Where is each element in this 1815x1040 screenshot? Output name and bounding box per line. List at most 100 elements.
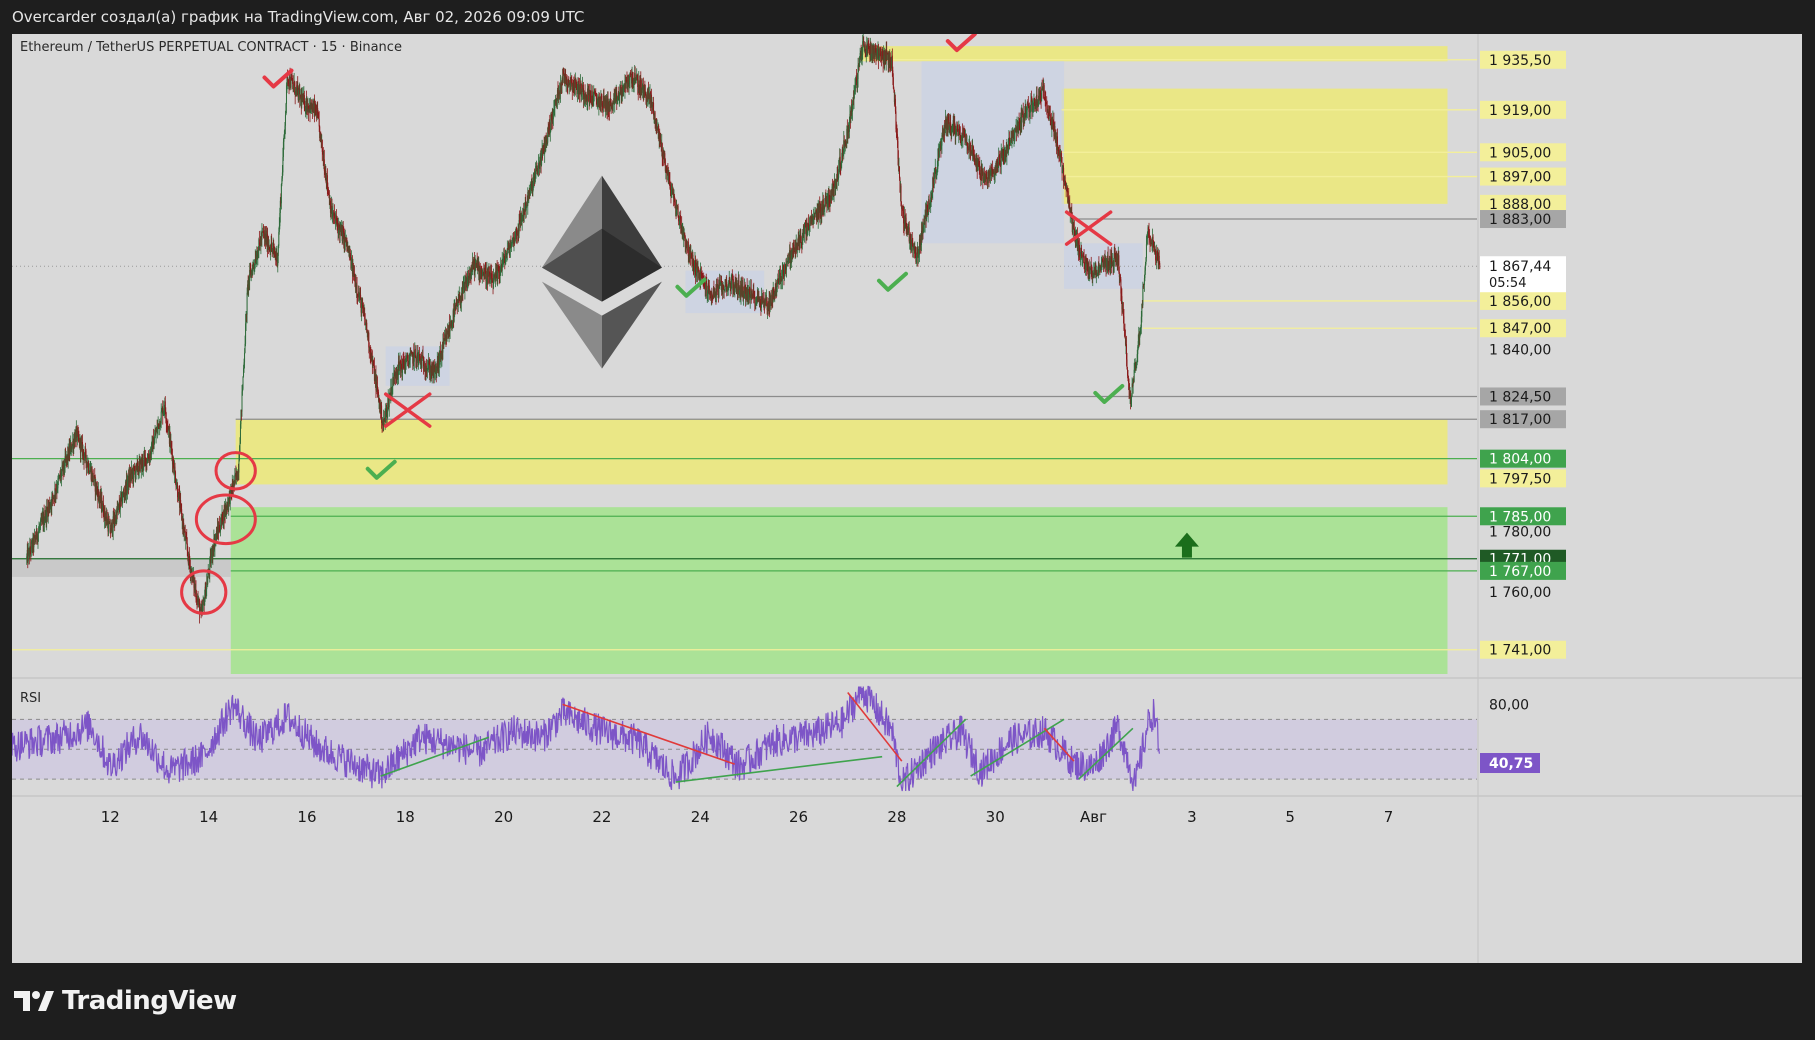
candle-body (1041, 88, 1043, 102)
candle-body (1006, 147, 1008, 156)
price-axis-tick-label: 1 856,00 (1489, 294, 1551, 310)
candle-body (1145, 244, 1147, 259)
zone-green-3 (230, 507, 1448, 674)
candle-body (694, 260, 696, 276)
price-axis-tick-label: 1 847,00 (1489, 321, 1551, 337)
candle-body (653, 102, 655, 116)
price-axis-tick-label: 1 905,00 (1489, 145, 1551, 161)
candle-body (718, 288, 720, 298)
candle-body (990, 175, 992, 176)
price-axis-tick-label: 1 919,00 (1489, 103, 1551, 119)
check-mark-icon-3 (876, 271, 908, 292)
candle-body (938, 146, 940, 157)
candle-body (246, 292, 248, 315)
price-axis-tick-label: 1 780,00 (1489, 524, 1551, 540)
chart-panel[interactable]: Ethereum / TetherUS PERPETUAL CONTRACT ·… (12, 34, 1802, 963)
check-mark-icon-5 (1093, 383, 1125, 404)
zone-gray-left (12, 558, 231, 577)
candle-body (970, 153, 972, 156)
candle-body (898, 166, 900, 179)
candle-body (723, 286, 725, 290)
zone-yellow-0 (235, 419, 1448, 485)
eth-logo-center (541, 228, 662, 302)
x-axis-tick-label: 28 (887, 808, 906, 826)
candle-body (535, 169, 537, 172)
price-chart-svg[interactable]: Ethereum / TetherUS PERPETUAL CONTRACT ·… (12, 34, 1802, 963)
price-axis-tick-label: 1 840,00 (1489, 342, 1551, 358)
price-axis-tick-label: 1 797,50 (1489, 471, 1551, 487)
candle-body (862, 41, 864, 55)
candle-body (61, 465, 63, 473)
x-axis-tick-label: 12 (101, 808, 120, 826)
zone-yellow-1 (1061, 88, 1448, 204)
candle-body (33, 537, 35, 548)
current-price-label: 1 867,44 (1489, 259, 1551, 275)
candle-body (654, 112, 656, 120)
rsi-current-value-label: 40,75 (1489, 756, 1533, 772)
price-axis-tick-label: 1 817,00 (1489, 412, 1551, 428)
candle-body (1159, 263, 1161, 269)
candle-body (38, 531, 40, 534)
candle-body (142, 459, 144, 468)
zone-yellow-2 (862, 46, 1448, 62)
candle-body (280, 184, 282, 204)
candle-body (754, 296, 756, 304)
candle-body (160, 411, 162, 424)
candle-body (677, 206, 679, 217)
candle-body (242, 376, 244, 389)
x-axis-tick-label: 7 (1384, 808, 1394, 826)
x-axis-tick-label: 20 (494, 808, 513, 826)
candle-body (554, 101, 556, 109)
candle-body (271, 243, 273, 249)
candle-body (110, 532, 112, 534)
candle-body (1089, 273, 1091, 278)
candle-body (258, 239, 260, 243)
price-axis-tick-label: 1 785,00 (1489, 509, 1551, 525)
candle-body (318, 118, 320, 127)
candle-body (52, 493, 54, 498)
tradingview-brand-text: TradingView (62, 986, 237, 1016)
candle-body (687, 241, 689, 257)
bar-countdown-label: 05:54 (1489, 276, 1526, 291)
candle-body (220, 526, 222, 532)
candle-body (284, 115, 286, 126)
candle-body (1049, 114, 1051, 120)
candle-body (381, 405, 383, 423)
candle-body (684, 236, 686, 247)
candle-body (244, 352, 246, 363)
x-axis-tick-label: 18 (396, 808, 415, 826)
candle-body (916, 253, 918, 258)
x-axis-tick-label: 22 (592, 808, 611, 826)
price-axis-tick-label: 1 760,00 (1489, 585, 1551, 601)
candle-body (238, 460, 240, 473)
candle-body (692, 254, 694, 259)
candle-body (40, 519, 42, 526)
candle-body (705, 282, 707, 290)
candle-body (686, 241, 688, 250)
x-axis-tick-label: Авг (1080, 808, 1107, 826)
candle-body (1123, 316, 1125, 330)
x-axis-tick-label: 5 (1285, 808, 1295, 826)
x-axis-tick-label: 3 (1187, 808, 1197, 826)
candle-body (924, 218, 926, 225)
candle-body (356, 285, 358, 295)
candle-body (180, 500, 182, 505)
ethereum-logo-icon (541, 175, 662, 369)
rsi-indicator-label: RSI (20, 691, 41, 706)
candle-body (187, 550, 189, 557)
candle-body (92, 472, 94, 482)
chart-symbol-title: Ethereum / TetherUS PERPETUAL CONTRACT ·… (20, 40, 402, 55)
candle-body (446, 331, 448, 342)
price-axis-tick-label: 1 804,00 (1489, 452, 1551, 468)
rsi-axis-tick-label: 80,00 (1489, 697, 1529, 713)
x-axis-tick-label: 24 (691, 808, 710, 826)
candle-body (155, 431, 157, 436)
main-plot-area (12, 34, 1477, 674)
candle-body (1089, 270, 1091, 274)
chart-author-header: Overcarder создал(а) график на TradingVi… (12, 8, 585, 26)
tradingview-footer[interactable]: TradingView (14, 986, 237, 1016)
candle-body (85, 450, 87, 462)
price-axis-tick-label: 1 883,00 (1489, 212, 1551, 228)
candle-body (207, 577, 209, 585)
x-axis-tick-label: 30 (986, 808, 1005, 826)
